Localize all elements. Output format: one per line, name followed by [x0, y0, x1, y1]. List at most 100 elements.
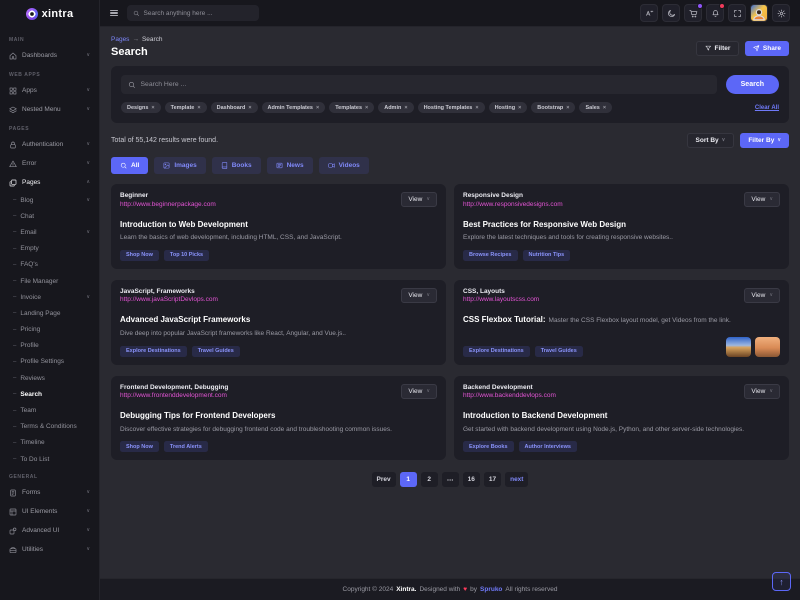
- sidebar-item-utilities[interactable]: Utilities: [0, 540, 99, 559]
- result-url[interactable]: http://www.javaScriptDevlops.com: [120, 296, 218, 303]
- search-field[interactable]: [121, 75, 717, 94]
- chip-admin-templates[interactable]: Admin Templates×: [262, 102, 326, 113]
- pagination-page-2[interactable]: 2: [421, 472, 438, 487]
- pagination-page-1[interactable]: 1: [400, 472, 417, 487]
- sidebar-item-authentication[interactable]: Authentication: [0, 135, 99, 154]
- chip-close-icon[interactable]: ×: [316, 105, 319, 111]
- chip-hosting-templates[interactable]: Hosting Templates×: [418, 102, 485, 113]
- sidebar-item-team[interactable]: Team: [0, 402, 99, 418]
- cart-icon[interactable]: [684, 4, 702, 22]
- chip-template[interactable]: Template×: [165, 102, 207, 113]
- chip-close-icon[interactable]: ×: [151, 105, 154, 111]
- result-tag[interactable]: Explore Destinations: [120, 346, 187, 357]
- clear-all-link[interactable]: Clear All: [755, 105, 779, 111]
- topbar-search[interactable]: [127, 5, 259, 21]
- menu-toggle-icon[interactable]: [110, 10, 118, 17]
- result-tag[interactable]: Travel Guides: [535, 346, 583, 357]
- search-input[interactable]: [141, 81, 710, 88]
- sidebar-item-blog[interactable]: Blog: [0, 192, 99, 208]
- bell-icon[interactable]: [706, 4, 724, 22]
- chip-admin[interactable]: Admin×: [378, 102, 413, 113]
- chip-templates[interactable]: Templates×: [329, 102, 374, 113]
- chip-hosting[interactable]: Hosting×: [489, 102, 528, 113]
- chip-close-icon[interactable]: ×: [248, 105, 251, 111]
- pagination-next[interactable]: next: [505, 472, 528, 487]
- tab-images[interactable]: Images: [154, 157, 205, 174]
- tab-news[interactable]: News: [267, 157, 313, 174]
- result-title[interactable]: Advanced JavaScript Frameworks: [120, 315, 250, 324]
- chip-close-icon[interactable]: ×: [603, 105, 606, 111]
- view-button[interactable]: View: [744, 288, 780, 303]
- topbar-search-input[interactable]: [144, 10, 254, 17]
- view-button[interactable]: View: [401, 192, 437, 207]
- result-tag[interactable]: Nutrition Tips: [523, 250, 571, 261]
- result-thumbnail-canyon-rock[interactable]: [755, 337, 780, 357]
- view-button[interactable]: View: [401, 288, 437, 303]
- pagination-page-17[interactable]: 17: [484, 472, 501, 487]
- pagination-prev[interactable]: Prev: [372, 472, 396, 487]
- view-button[interactable]: View: [401, 384, 437, 399]
- footer-designer-link[interactable]: Spruko: [480, 586, 502, 593]
- moon-icon[interactable]: [662, 4, 680, 22]
- sidebar-item-landing-page[interactable]: Landing Page: [0, 305, 99, 321]
- sidebar-item-invoice[interactable]: Invoice: [0, 289, 99, 305]
- sidebar-item-nested-menu[interactable]: Nested Menu: [0, 100, 99, 119]
- sidebar-item-dashboards[interactable]: Dashboards: [0, 46, 99, 65]
- result-tag[interactable]: Explore Books: [463, 441, 514, 452]
- sidebar-item-faqs[interactable]: FAQ's: [0, 257, 99, 273]
- result-title[interactable]: Debugging Tips for Frontend Developers: [120, 411, 275, 420]
- result-tag[interactable]: Explore Destinations: [463, 346, 530, 357]
- sidebar-item-pages[interactable]: Pages: [0, 173, 99, 192]
- view-button[interactable]: View: [744, 192, 780, 207]
- tab-all[interactable]: All: [111, 157, 148, 174]
- chip-designs[interactable]: Designs×: [121, 102, 161, 113]
- result-url[interactable]: http://www.frontenddevelopment.com: [120, 392, 228, 399]
- translate-icon[interactable]: [640, 4, 658, 22]
- chip-close-icon[interactable]: ×: [365, 105, 368, 111]
- settings-icon[interactable]: [772, 4, 790, 22]
- tab-books[interactable]: Books: [212, 157, 261, 174]
- breadcrumb-pages-link[interactable]: Pages: [111, 36, 129, 43]
- tab-videos[interactable]: Videos: [319, 157, 369, 174]
- chip-close-icon[interactable]: ×: [518, 105, 521, 111]
- pagination-ellipsis[interactable]: ⋯: [442, 472, 459, 487]
- result-tag[interactable]: Shop Now: [120, 441, 159, 452]
- brand-logo[interactable]: xintra: [0, 0, 99, 27]
- sidebar-item-terms-conditions[interactable]: Terms & Conditions: [0, 419, 99, 435]
- result-thumbnail-desert-road[interactable]: [726, 337, 751, 357]
- result-tag[interactable]: Shop Now: [120, 250, 159, 261]
- scroll-to-top-button[interactable]: ↑: [772, 572, 791, 591]
- chip-close-icon[interactable]: ×: [197, 105, 200, 111]
- sidebar-item-profile[interactable]: Profile: [0, 338, 99, 354]
- share-button[interactable]: Share: [745, 41, 789, 56]
- sidebar-item-pricing[interactable]: Pricing: [0, 322, 99, 338]
- result-url[interactable]: http://www.backenddevlops.com: [463, 392, 556, 399]
- result-title[interactable]: Introduction to Backend Development: [463, 411, 607, 420]
- result-url[interactable]: http://www.layoutscss.com: [463, 296, 539, 303]
- view-button[interactable]: View: [744, 384, 780, 399]
- sidebar-item-timeline[interactable]: Timeline: [0, 435, 99, 451]
- sidebar-item-error[interactable]: Error: [0, 154, 99, 173]
- filter-button[interactable]: Filter: [696, 41, 739, 56]
- chip-dashboard[interactable]: Dashboard×: [211, 102, 258, 113]
- sidebar-item-apps[interactable]: Apps: [0, 81, 99, 100]
- result-title[interactable]: Best Practices for Responsive Web Design: [463, 220, 626, 229]
- sidebar-item-reviews[interactable]: Reviews: [0, 370, 99, 386]
- sidebar-item-advanced-ui[interactable]: Advanced UI: [0, 521, 99, 540]
- chip-sales[interactable]: Sales×: [579, 102, 612, 113]
- result-title[interactable]: CSS Flexbox Tutorial:: [463, 315, 546, 324]
- result-tag[interactable]: Browse Recipes: [463, 250, 518, 261]
- search-button[interactable]: Search: [726, 75, 779, 94]
- sidebar-item-ui-elements[interactable]: UI Elements: [0, 502, 99, 521]
- sidebar-item-empty[interactable]: Empty: [0, 241, 99, 257]
- sidebar-item-email[interactable]: Email: [0, 224, 99, 240]
- chip-bootstrap[interactable]: Bootstrap×: [531, 102, 575, 113]
- chip-close-icon[interactable]: ×: [475, 105, 478, 111]
- sidebar-item-forms[interactable]: Forms: [0, 483, 99, 502]
- sidebar-item-file-manager[interactable]: File Manager: [0, 273, 99, 289]
- chip-close-icon[interactable]: ×: [404, 105, 407, 111]
- chip-close-icon[interactable]: ×: [566, 105, 569, 111]
- result-url[interactable]: http://www.responsivedesigns.com: [463, 201, 563, 208]
- user-avatar[interactable]: [750, 4, 768, 22]
- result-tag[interactable]: Author Interviews: [519, 441, 577, 452]
